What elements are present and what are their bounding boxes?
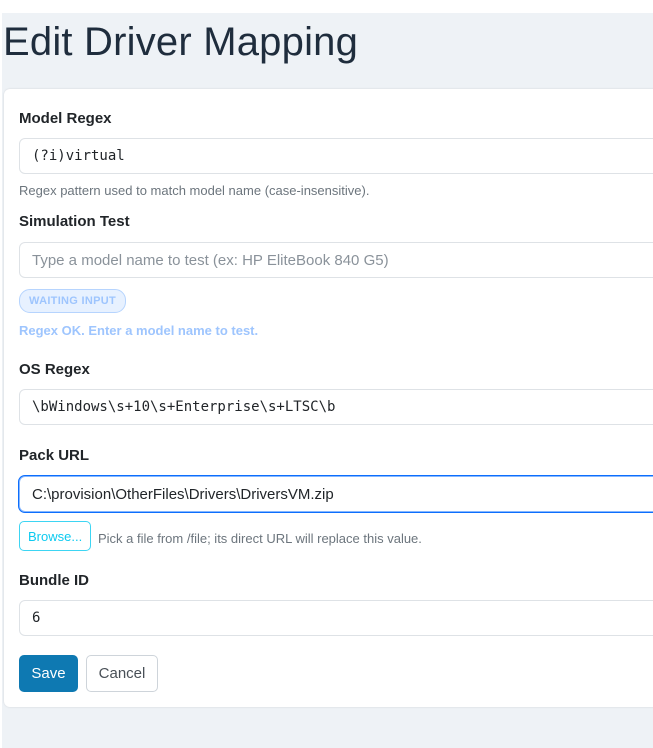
pack-url-input[interactable] xyxy=(19,476,653,512)
save-button[interactable]: Save xyxy=(19,655,78,692)
bundle-id-input[interactable] xyxy=(19,600,653,636)
os-regex-label: OS Regex xyxy=(19,361,90,378)
os-regex-input[interactable] xyxy=(19,389,653,425)
pack-url-label: Pack URL xyxy=(19,447,90,464)
simulation-status-text: Regex OK. Enter a model name to test. xyxy=(19,323,259,338)
simulation-test-input[interactable] xyxy=(19,242,653,278)
model-regex-help: Regex pattern used to match model name (… xyxy=(19,183,370,198)
bundle-id-label: Bundle ID xyxy=(19,572,89,589)
model-regex-label: Model Regex xyxy=(19,110,112,127)
page-title: Edit Driver Mapping xyxy=(3,20,359,64)
simulation-status-badge: WAITING INPUT xyxy=(19,289,127,313)
browse-button[interactable]: Browse... xyxy=(19,521,92,551)
pack-url-help: Pick a file from /file; its direct URL w… xyxy=(98,531,422,546)
cancel-button[interactable]: Cancel xyxy=(86,655,158,692)
simulation-test-label: Simulation Test xyxy=(19,213,130,230)
model-regex-input[interactable] xyxy=(19,138,653,174)
